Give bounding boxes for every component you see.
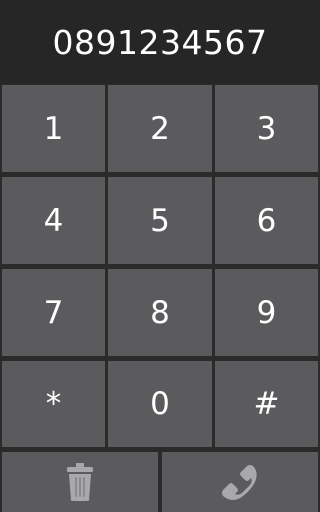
key-8[interactable]: 8	[108, 269, 212, 356]
key-star[interactable]: *	[2, 361, 105, 447]
key-hash[interactable]: #	[215, 361, 318, 447]
key-4[interactable]: 4	[2, 177, 105, 264]
delete-button[interactable]	[2, 452, 158, 512]
dialed-number: 0891234567	[52, 22, 268, 62]
phone-icon	[219, 462, 261, 502]
key-7[interactable]: 7	[2, 269, 105, 356]
key-2[interactable]: 2	[108, 85, 212, 172]
dialer-screen: 0891234567 1 2 3 4 5 6 7 8 9 * 0 #	[0, 0, 320, 512]
dial-keypad: 1 2 3 4 5 6 7 8 9 * 0 #	[0, 84, 320, 450]
number-display: 0891234567	[0, 0, 320, 84]
key-6[interactable]: 6	[215, 177, 318, 264]
action-bar	[0, 450, 320, 512]
trash-icon	[65, 462, 95, 502]
key-5[interactable]: 5	[108, 177, 212, 264]
call-button[interactable]	[162, 452, 318, 512]
key-9[interactable]: 9	[215, 269, 318, 356]
key-3[interactable]: 3	[215, 85, 318, 172]
key-1[interactable]: 1	[2, 85, 105, 172]
key-0[interactable]: 0	[108, 361, 212, 447]
